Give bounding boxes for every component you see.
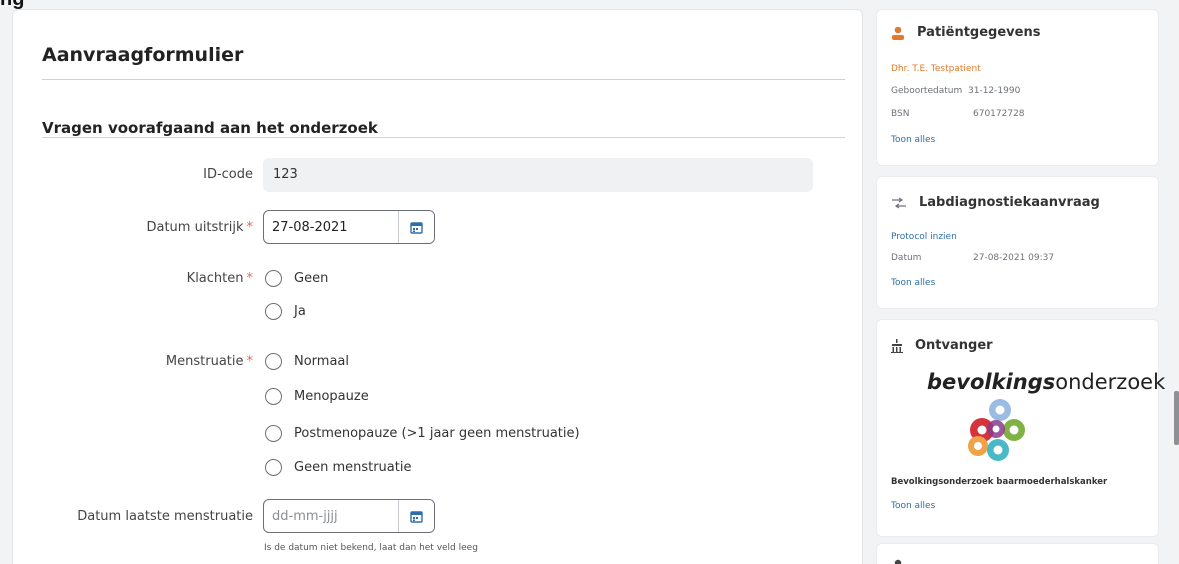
- datum-laatste-menstruatie-label: Datum laatste menstruatie: [77, 509, 253, 524]
- recipient-name: Bevolkingsonderzoek baarmoederhalskanker: [891, 477, 1108, 487]
- section-title: Vragen voorafgaand aan het onderzoek: [42, 119, 378, 137]
- patient-card-title: Patiëntgegevens: [917, 25, 1041, 40]
- recipient-card-header: Ontvanger: [891, 338, 993, 353]
- radio-menstruatie-normaal[interactable]: Normaal: [265, 353, 349, 370]
- bsn-label: BSN: [891, 109, 910, 119]
- radio-circle[interactable]: [265, 388, 282, 405]
- logo-rings: [968, 399, 1025, 461]
- datum-laatste-menstruatie-input[interactable]: dd-mm-jjjj: [263, 499, 435, 533]
- radio-circle[interactable]: [265, 303, 282, 320]
- datum-uitstrijk-label: Datum uitstrijk *: [13, 220, 253, 235]
- radio-klachten-ja[interactable]: Ja: [265, 303, 306, 320]
- arrows-exchange-icon: [892, 197, 906, 208]
- radio-circle[interactable]: [265, 425, 282, 442]
- calendar-icon: [410, 221, 423, 234]
- next-card-partial: [876, 543, 1159, 564]
- required-marker: *: [246, 220, 254, 235]
- bsn-value: 670172728: [973, 109, 1025, 119]
- lab-card-header: Labdiagnostiekaanvraag: [891, 195, 1100, 210]
- dob-value: 31-12-1990: [968, 86, 1021, 96]
- lab-date-label: Datum: [891, 253, 922, 263]
- menstruatie-label: Menstruatie *: [13, 354, 253, 369]
- klachten-label: Klachten *: [13, 271, 253, 286]
- calendar-button[interactable]: [398, 500, 434, 532]
- lab-card-title: Labdiagnostiekaanvraag: [919, 195, 1100, 210]
- patient-card-header: Patiëntgegevens: [891, 25, 1040, 40]
- calendar-icon: [410, 510, 423, 523]
- logo-wordmark: bevolkingsonderzoek: [927, 370, 1165, 394]
- radio-circle[interactable]: [265, 270, 282, 287]
- form-card: Aanvraagformulier Vragen voorafgaand aan…: [12, 9, 863, 564]
- radio-label[interactable]: Postmenopauze (>1 jaar geen menstruatie): [294, 426, 580, 441]
- radio-label[interactable]: Ja: [294, 304, 306, 319]
- person-icon: [892, 26, 904, 40]
- calendar-button[interactable]: [398, 211, 434, 243]
- radio-circle[interactable]: [265, 353, 282, 370]
- divider: [42, 79, 845, 80]
- divider: [42, 137, 845, 138]
- building-icon: [891, 338, 903, 353]
- dob-label: Geboortedatum: [891, 86, 963, 96]
- id-code-label-text: ID-code: [203, 167, 253, 182]
- lab-date-value: 27-08-2021 09:37: [973, 253, 1055, 263]
- date-hint: Is de datum niet bekend, laat dan het ve…: [264, 543, 478, 553]
- scrollbar-thumb[interactable]: [1174, 391, 1179, 445]
- patient-show-all-link[interactable]: Toon alles: [891, 135, 935, 145]
- datum-uitstrijk-label-text: Datum uitstrijk: [146, 220, 244, 235]
- recipient-show-all-link[interactable]: Toon alles: [891, 501, 935, 511]
- patient-name: Dhr. T.E. Testpatient: [891, 64, 981, 74]
- radio-label[interactable]: Normaal: [294, 354, 349, 369]
- lab-card: Labdiagnostiekaanvraag Protocol inzien D…: [876, 176, 1159, 309]
- klachten-label-text: Klachten: [186, 271, 244, 286]
- logo-wordmark-bold: bevolkings: [927, 370, 1056, 394]
- datum-uitstrijk-input[interactable]: 27-08-2021: [263, 210, 435, 244]
- id-code-field: 123: [263, 158, 813, 192]
- menstruatie-label-text: Menstruatie: [165, 354, 244, 369]
- form-title: Aanvraagformulier: [42, 44, 244, 66]
- radio-menstruatie-geen[interactable]: Geen menstruatie: [265, 459, 411, 476]
- radio-menstruatie-menopauze[interactable]: Menopauze: [265, 388, 369, 405]
- patient-card: Patiëntgegevens Dhr. T.E. Testpatient Ge…: [876, 9, 1159, 166]
- recipient-logo: bevolkingsonderzoek: [927, 370, 1165, 465]
- person-icon: [894, 559, 902, 564]
- protocol-link[interactable]: Protocol inzien: [891, 232, 957, 242]
- recipient-card-title: Ontvanger: [915, 338, 993, 353]
- radio-label[interactable]: Geen: [294, 271, 328, 286]
- radio-label[interactable]: Geen menstruatie: [294, 460, 411, 475]
- radio-circle[interactable]: [265, 459, 282, 476]
- radio-menstruatie-postmenopauze[interactable]: Postmenopauze (>1 jaar geen menstruatie): [265, 425, 580, 442]
- recipient-card: Ontvanger bevolkingsonderzoek Bevolkings…: [876, 319, 1165, 537]
- radio-klachten-geen[interactable]: Geen: [265, 270, 328, 287]
- datum-laatste-menstruatie-placeholder[interactable]: dd-mm-jjjj: [264, 500, 398, 532]
- id-code-label: ID-code: [13, 167, 253, 182]
- required-marker: *: [246, 354, 254, 369]
- datum-uitstrijk-value[interactable]: 27-08-2021: [264, 211, 398, 243]
- radio-label[interactable]: Menopauze: [294, 389, 369, 404]
- lab-show-all-link[interactable]: Toon alles: [891, 278, 935, 288]
- logo-wordmark-rest: onderzoek: [1055, 370, 1166, 394]
- required-marker: *: [246, 271, 254, 286]
